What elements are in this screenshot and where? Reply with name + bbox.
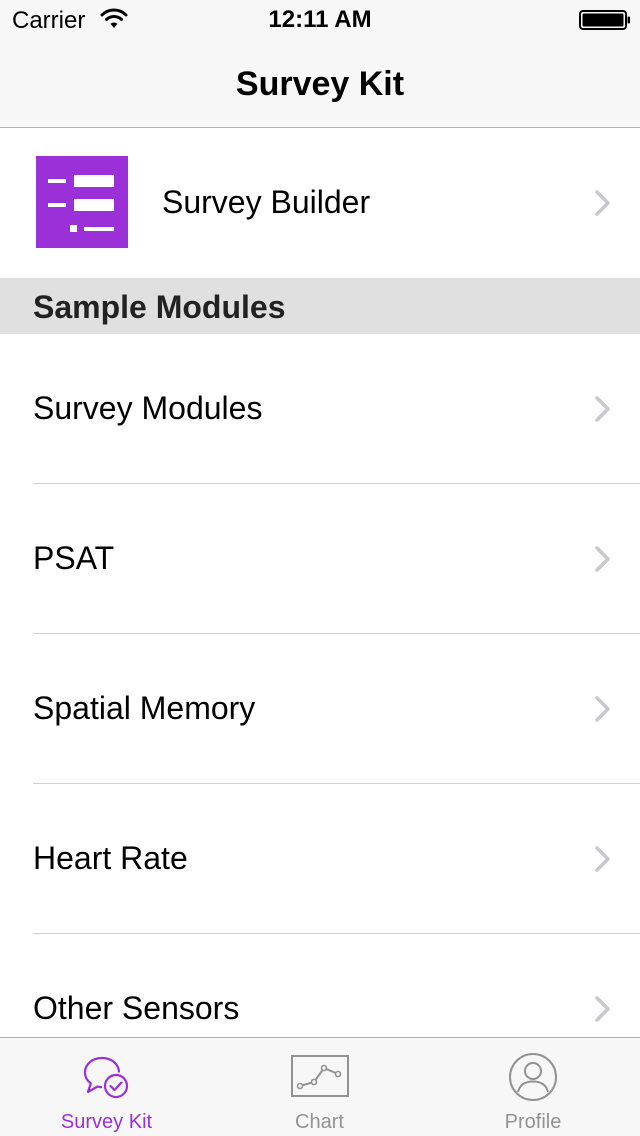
chevron-right-icon [595, 396, 610, 422]
tab-profile[interactable]: Profile [426, 1038, 640, 1136]
table-view[interactable]: Survey Builder Sample Modules Survey Mod… [0, 128, 640, 1037]
tab-label: Survey Kit [60, 1111, 153, 1133]
status-time: 12:11 AM [268, 6, 372, 33]
list-item-spatial-memory[interactable]: Spatial Memory [0, 634, 640, 784]
list-item-label: Heart Rate [33, 840, 188, 876]
list-item-survey-modules[interactable]: Survey Modules [0, 334, 640, 484]
chevron-right-icon [595, 546, 610, 572]
chevron-right-icon [595, 846, 610, 872]
list-item-label: PSAT [33, 540, 115, 576]
chart-icon [290, 1055, 349, 1097]
battery-icon [579, 10, 630, 30]
page-title: Survey Kit [235, 65, 405, 103]
list-item-other-sensors[interactable]: Other Sensors [0, 934, 640, 1037]
tab-survey-kit[interactable]: Survey Kit [0, 1038, 213, 1136]
survey-builder-icon [36, 156, 128, 248]
status-bar: Carrier 12:11 AM [0, 0, 640, 40]
survey-builder-label: Survey Builder [162, 184, 371, 220]
list-item-label: Survey Modules [33, 390, 263, 426]
list-item-label: Spatial Memory [33, 690, 256, 726]
tab-label: Profile [504, 1111, 562, 1133]
list-item-label: Other Sensors [33, 990, 240, 1026]
tab-label: Chart [295, 1111, 344, 1133]
survey-kit-icon [83, 1056, 128, 1099]
section-title: Sample Modules [33, 289, 286, 325]
survey-builder-row[interactable]: Survey Builder [0, 128, 640, 278]
list-item-heart-rate[interactable]: Heart Rate [0, 784, 640, 934]
list-item-psat[interactable]: PSAT [0, 484, 640, 634]
chevron-right-icon [595, 996, 610, 1022]
chevron-right-icon [595, 190, 610, 216]
section-header: Sample Modules [0, 278, 640, 334]
tab-bar: Survey Kit Chart Profile [0, 1037, 640, 1136]
tab-chart[interactable]: Chart [213, 1038, 426, 1136]
chevron-right-icon [595, 696, 610, 722]
profile-icon [509, 1053, 557, 1101]
navigation-bar: Survey Kit [0, 40, 640, 128]
